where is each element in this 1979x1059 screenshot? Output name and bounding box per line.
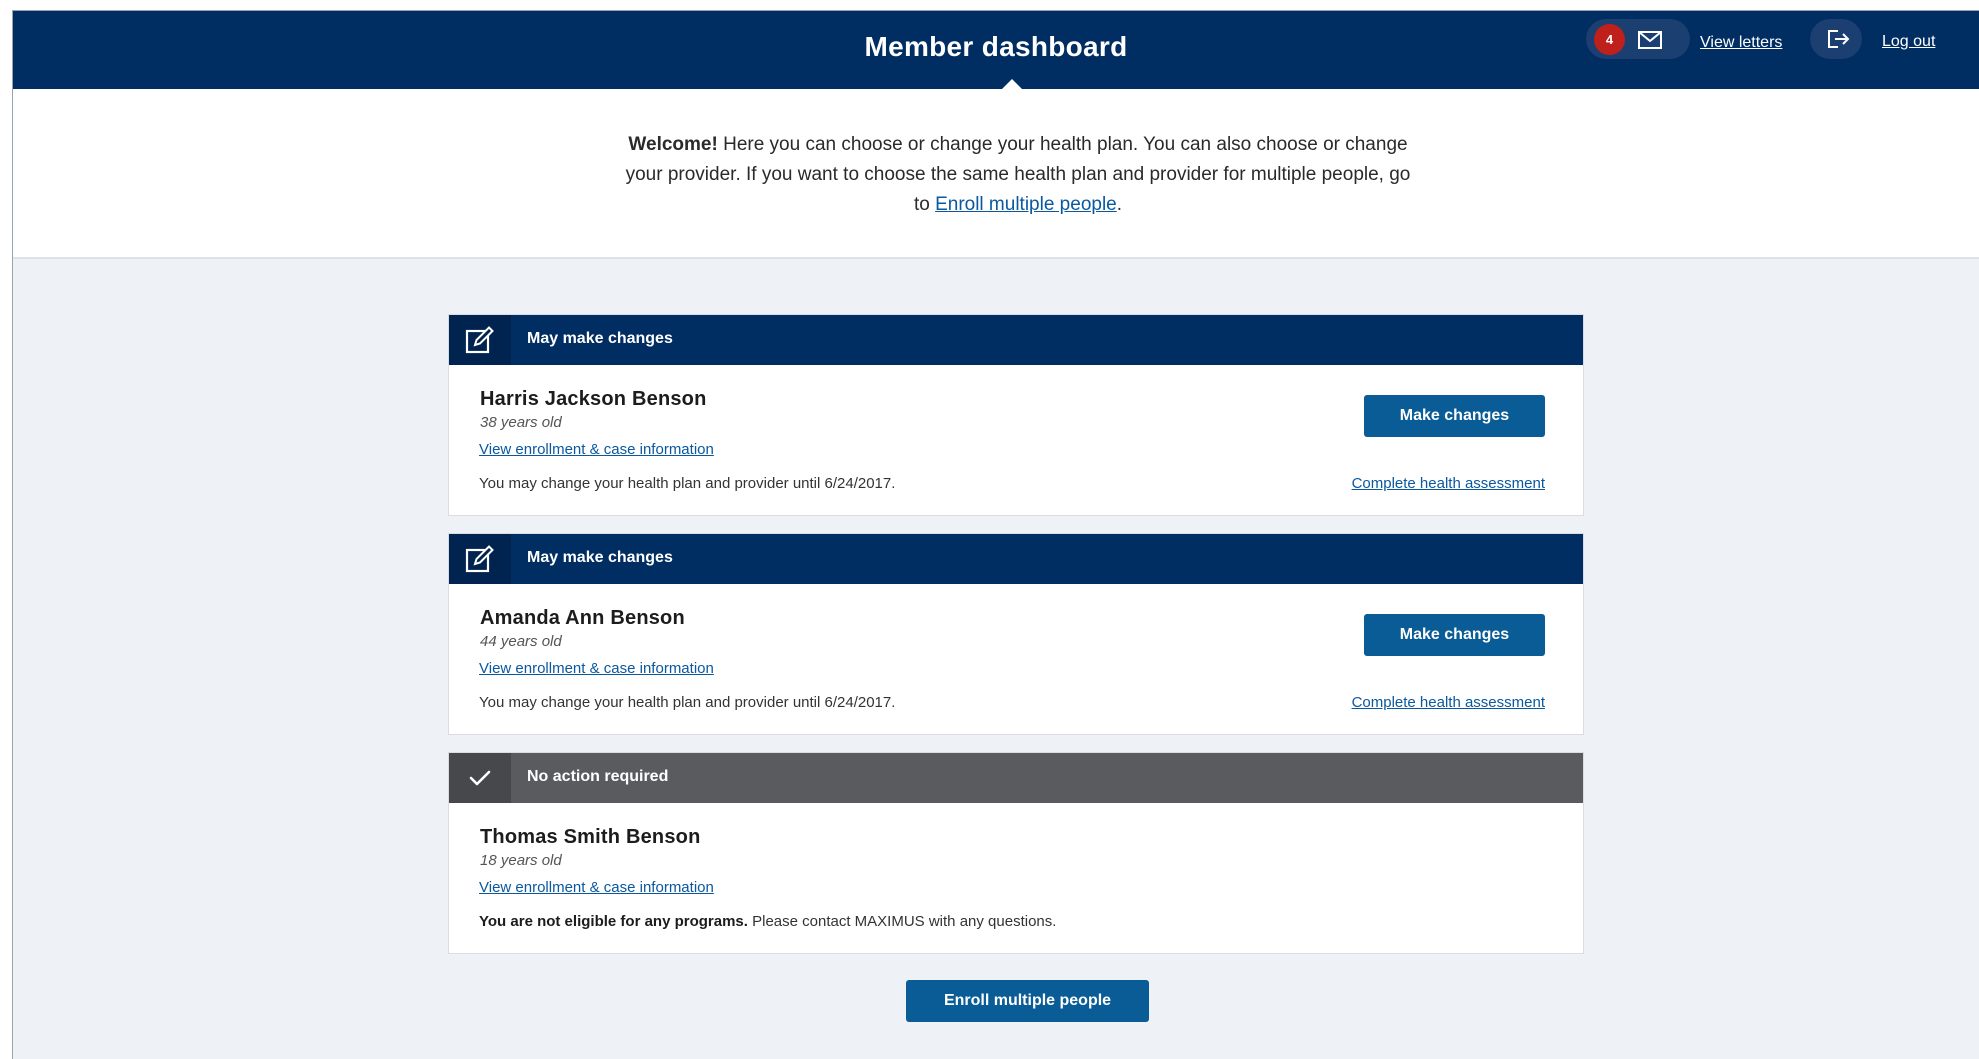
welcome-end: . [1116,194,1123,215]
card-status-bar: No action required [449,753,1583,803]
card-body: Thomas Smith Benson 18 years old View en… [449,803,1583,953]
welcome-lead: Welcome! [628,134,718,155]
member-age: 44 years old [480,633,562,650]
member-card: May make changes Amanda Ann Benson 44 ye… [448,533,1584,735]
enroll-multiple-link[interactable]: Enroll multiple people [935,194,1117,215]
status-label: No action required [527,768,669,785]
header-caret [1002,79,1022,89]
enroll-multiple-button[interactable]: Enroll multiple people [906,980,1149,1022]
member-name: Harris Jackson Benson [480,388,707,410]
edit-icon [449,315,511,365]
logout-icon[interactable] [1824,25,1852,53]
view-enrollment-link[interactable]: View enrollment & case information [479,879,714,896]
logout-link[interactable]: Log out [1882,33,1935,51]
card-status-bar: May make changes [449,315,1583,365]
app-frame: Member dashboard Welcome! Here you can c… [12,10,1979,1059]
view-letters-link[interactable]: View letters [1700,34,1782,52]
member-age: 18 years old [480,852,562,869]
edit-icon [449,534,511,584]
status-label: May make changes [527,330,673,347]
card-body: Harris Jackson Benson 38 years old View … [449,365,1583,515]
checkmark-icon [449,753,511,803]
welcome-section: Welcome! Here you can choose or change y… [13,89,1979,259]
health-assessment-link[interactable]: Complete health assessment [1352,475,1545,492]
change-deadline-note: You may change your health plan and prov… [479,475,896,492]
eligibility-note-text: Please contact MAXIMUS with any question… [747,913,1057,930]
member-name: Thomas Smith Benson [480,826,701,848]
status-label: May make changes [527,549,673,566]
welcome-text: Welcome! Here you can choose or change y… [623,130,1413,220]
member-name: Amanda Ann Benson [480,607,685,629]
card-body: Amanda Ann Benson 44 years old View enro… [449,584,1583,734]
card-status-bar: May make changes [449,534,1583,584]
eligibility-note: You are not eligible for any programs. P… [479,913,1056,930]
envelope-icon[interactable] [1636,26,1664,54]
letters-count-badge: 4 [1594,24,1625,55]
make-changes-button[interactable]: Make changes [1364,614,1545,656]
member-card: No action required Thomas Smith Benson 1… [448,752,1584,954]
member-card: May make changes Harris Jackson Benson 3… [448,314,1584,516]
make-changes-button[interactable]: Make changes [1364,395,1545,437]
member-age: 38 years old [480,414,562,431]
view-enrollment-link[interactable]: View enrollment & case information [479,441,714,458]
health-assessment-link[interactable]: Complete health assessment [1352,694,1545,711]
change-deadline-note: You may change your health plan and prov… [479,694,896,711]
eligibility-note-bold: You are not eligible for any programs. [479,913,748,930]
view-enrollment-link[interactable]: View enrollment & case information [479,660,714,677]
